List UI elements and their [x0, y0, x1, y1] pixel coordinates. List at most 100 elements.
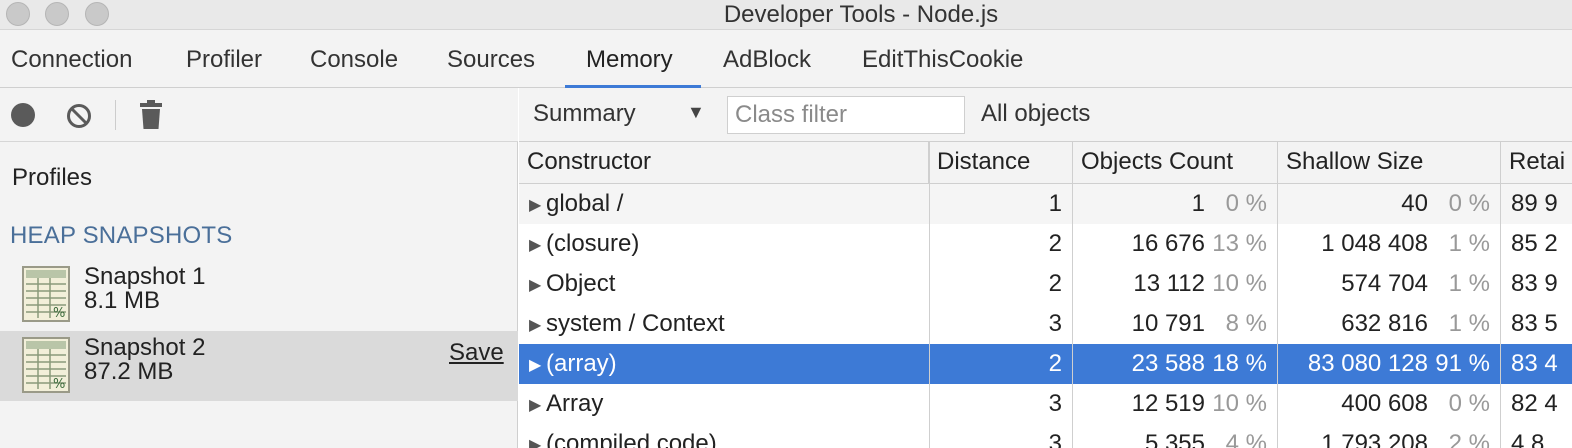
dropdown-arrow-icon[interactable]: ▼ — [687, 102, 705, 123]
constructor-cell: ▶ system / Context — [519, 304, 929, 344]
objects-count-cell: 1 0 % — [1073, 184, 1277, 224]
shallow-size-percent: 2 % — [1448, 430, 1490, 448]
tab-console[interactable]: Console — [310, 30, 398, 88]
constructor-cell: ▶ (array) — [519, 344, 929, 384]
objects-count-percent: 4 % — [1225, 430, 1267, 448]
retained-size-cell: 82 4 — [1511, 390, 1558, 417]
clear-all-icon[interactable] — [66, 103, 92, 129]
shallow-size-cell: 83 080 128 91 % — [1278, 344, 1500, 384]
retained-size-cell: 83 5 — [1511, 310, 1558, 337]
window-title: Developer Tools - Node.js — [723, 1, 999, 28]
shallow-size-value: 40 — [1401, 190, 1428, 217]
column-header-distance[interactable]: Distance — [929, 142, 1073, 184]
constructor-cell: ▶ (compiled code) — [519, 424, 929, 448]
save-snapshot-link[interactable]: Save — [449, 339, 504, 367]
constructor-name: Object — [546, 270, 616, 297]
tab-connection[interactable]: Connection — [11, 30, 132, 88]
column-header-shallow-size[interactable]: Shallow Size — [1278, 142, 1501, 184]
profiles-toolbar — [0, 88, 518, 142]
constructor-name: global / — [546, 190, 624, 217]
constructor-name: Array — [546, 390, 604, 417]
heap-snapshot-icon: % — [22, 337, 70, 393]
table-row[interactable]: ▶ (compiled code) 3 5 355 4 % 1 793 208 2 % 4 8 — [519, 424, 1572, 448]
retained-size-cell: 85 2 — [1511, 230, 1558, 257]
panel-tab-bar: Connection Profiler Console Sources Memo… — [0, 30, 1572, 88]
table-row[interactable]: ▶ system / Context 3 10 791 8 % 632 816 1 % 83 … — [519, 304, 1572, 344]
shallow-size-value: 574 704 — [1341, 270, 1428, 297]
expand-arrow-icon[interactable]: ▶ — [529, 226, 546, 264]
shallow-size-percent: 0 % — [1448, 390, 1490, 417]
snapshot-item-2[interactable]: % Snapshot 2 87.2 MB Save — [0, 331, 518, 401]
shallow-size-value: 632 816 — [1341, 310, 1428, 337]
shallow-size-percent: 0 % — [1448, 190, 1490, 217]
snapshot-toolbar: Summary ▼ All objects — [519, 88, 1572, 142]
shallow-size-value: 1 048 408 — [1321, 230, 1428, 257]
shallow-size-cell: 1 048 408 1 % — [1278, 224, 1500, 264]
heap-snapshot-icon: % — [22, 266, 70, 322]
table-row[interactable]: ▶ Object 2 13 112 10 % 574 704 1 % 83 9 — [519, 264, 1572, 304]
constructor-cell: ▶ global / — [519, 184, 929, 224]
heap-snapshot-view: Summary ▼ All objects Constructor Distan… — [519, 88, 1572, 448]
column-header-objects-count[interactable]: Objects Count — [1073, 142, 1278, 184]
view-selector[interactable]: Summary — [533, 100, 636, 128]
tab-sources[interactable]: Sources — [447, 30, 535, 88]
tab-profiler[interactable]: Profiler — [186, 30, 262, 88]
objects-count-percent: 10 % — [1212, 270, 1267, 297]
table-row[interactable]: ▶ global / 1 1 0 % 40 0 % 89 9 — [519, 184, 1572, 224]
distance-cell: 2 — [1048, 350, 1062, 377]
constructor-name: (array) — [546, 350, 617, 377]
shallow-size-percent: 1 % — [1448, 230, 1490, 257]
shallow-size-cell: 574 704 1 % — [1278, 264, 1500, 304]
distance-cell: 2 — [1048, 230, 1062, 257]
shallow-size-cell: 400 608 0 % — [1278, 384, 1500, 424]
class-filter-input[interactable] — [727, 96, 965, 134]
expand-arrow-icon[interactable]: ▶ — [529, 346, 546, 384]
column-divider — [1072, 142, 1073, 448]
heap-snapshots-heading: HEAP SNAPSHOTS — [10, 222, 233, 249]
objects-count-value: 16 676 — [1131, 230, 1205, 257]
tab-adblock[interactable]: AdBlock — [723, 30, 811, 88]
shallow-size-percent: 91 % — [1435, 350, 1490, 377]
expand-arrow-icon[interactable]: ▶ — [529, 186, 546, 224]
snapshot-name: Snapshot 1 — [84, 263, 206, 290]
objects-count-percent: 18 % — [1212, 350, 1267, 377]
objects-count-value: 10 791 — [1131, 310, 1205, 337]
table-row[interactable]: ▶ (array) 2 23 588 18 % 83 080 128 91 % 83 4 — [519, 344, 1572, 384]
distance-cell: 2 — [1048, 270, 1062, 297]
distance-cell: 1 — [1048, 190, 1062, 217]
shallow-size-cell: 40 0 % — [1278, 184, 1500, 224]
record-icon[interactable] — [11, 103, 35, 127]
expand-arrow-icon[interactable]: ▶ — [529, 386, 546, 424]
tab-editthiscookie[interactable]: EditThisCookie — [862, 30, 1023, 88]
column-header-retained-size[interactable]: Retai — [1501, 142, 1572, 184]
objects-count-value: 5 355 — [1144, 430, 1205, 448]
profiles-heading: Profiles — [12, 164, 93, 191]
constructor-name: (compiled code) — [546, 430, 717, 448]
column-header-constructor[interactable]: Constructor — [519, 142, 929, 184]
objects-count-percent: 8 % — [1225, 310, 1267, 337]
retained-size-cell: 83 9 — [1511, 270, 1558, 297]
objects-count-percent: 0 % — [1225, 190, 1267, 217]
constructor-cell: ▶ (closure) — [519, 224, 929, 264]
toolbar-divider — [115, 100, 116, 130]
objects-count-cell: 13 112 10 % — [1073, 264, 1277, 304]
objects-count-percent: 13 % — [1212, 230, 1267, 257]
object-scope-selector[interactable]: All objects — [981, 100, 1090, 128]
distance-cell: 3 — [1048, 430, 1062, 448]
trash-icon[interactable] — [140, 98, 162, 130]
table-row[interactable]: ▶ Array 3 12 519 10 % 400 608 0 % 82 4 — [519, 384, 1572, 424]
snapshot-item-1[interactable]: % Snapshot 1 8.1 MB — [0, 260, 518, 330]
table-row[interactable]: ▶ (closure) 2 16 676 13 % 1 048 408 1 % 85 2 — [519, 224, 1572, 264]
shallow-size-value: 83 080 128 — [1307, 350, 1428, 377]
tab-memory[interactable]: Memory — [586, 30, 673, 88]
expand-arrow-icon[interactable]: ▶ — [529, 266, 546, 304]
expand-arrow-icon[interactable]: ▶ — [529, 306, 546, 344]
expand-arrow-icon[interactable]: ▶ — [529, 426, 546, 448]
constructor-cell: ▶ Array — [519, 384, 929, 424]
shallow-size-value: 1 793 208 — [1321, 430, 1428, 448]
column-divider — [1277, 142, 1278, 448]
svg-text:%: % — [53, 377, 65, 392]
objects-count-cell: 16 676 13 % — [1073, 224, 1277, 264]
constructor-cell: ▶ Object — [519, 264, 929, 304]
shallow-size-percent: 1 % — [1448, 310, 1490, 337]
